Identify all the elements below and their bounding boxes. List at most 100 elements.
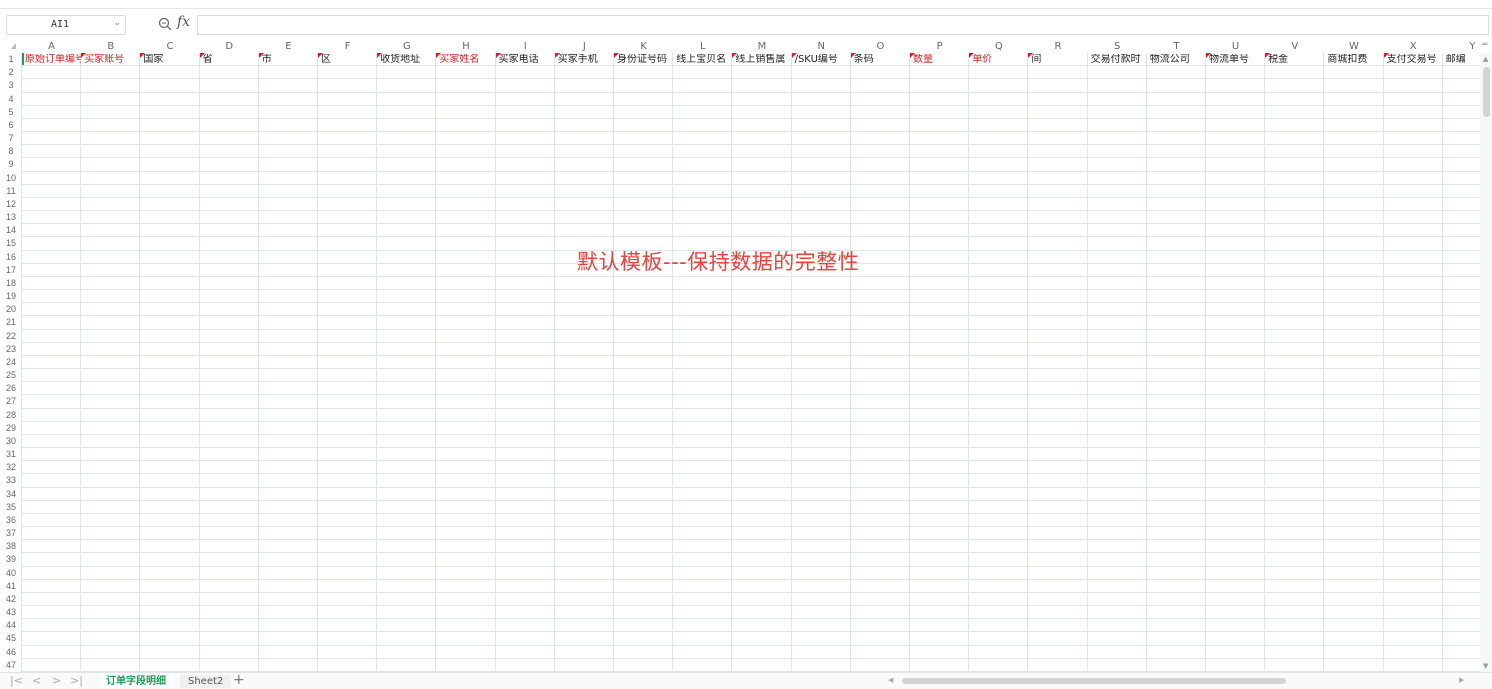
comment-marker-icon[interactable] [199, 53, 205, 58]
row-header[interactable]: 29 [0, 422, 22, 435]
column-header-n[interactable]: N [792, 40, 851, 53]
cell-grid[interactable]: 1 2 3 4 5 6 7 8 9 10 11 12 13 14 15 16 17 18 19 20 21 22 23 24 2… [0, 53, 1480, 672]
column-header-q[interactable]: Q [969, 40, 1028, 53]
comment-marker-icon[interactable] [377, 53, 383, 58]
scroll-left-icon[interactable]: ◀ [888, 676, 893, 684]
name-box[interactable]: AI1 ⌄ [6, 15, 126, 35]
row-header[interactable]: 42 [0, 593, 22, 606]
row-header[interactable]: 15 [0, 237, 22, 250]
column-header-l[interactable]: L [673, 40, 732, 53]
column-header-h[interactable]: H [436, 40, 495, 53]
column-header-w[interactable]: W [1324, 40, 1383, 53]
header-cell[interactable]: 间 [1029, 54, 1087, 66]
comment-marker-icon[interactable] [81, 53, 87, 58]
row-header[interactable]: 5 [0, 106, 22, 119]
header-cell[interactable]: 税金 [1266, 54, 1324, 66]
horizontal-scroll-thumb[interactable] [902, 678, 1286, 684]
chevron-down-icon[interactable]: ⌄ [113, 18, 121, 28]
add-sheet-icon[interactable]: + [233, 672, 245, 688]
row-header[interactable]: 21 [0, 316, 22, 329]
sheet-tab-sheet2[interactable]: Sheet2 [180, 675, 232, 688]
column-header-i[interactable]: I [496, 40, 555, 53]
row-header[interactable]: 41 [0, 580, 22, 593]
row-header[interactable]: 19 [0, 290, 22, 303]
row-header[interactable]: 46 [0, 646, 22, 659]
comment-marker-icon[interactable] [910, 53, 915, 58]
header-cell[interactable]: 线上销售属 [733, 54, 791, 66]
row-header[interactable]: 24 [0, 356, 22, 369]
row-header[interactable]: 31 [0, 448, 22, 461]
comment-marker-icon[interactable] [495, 53, 501, 58]
row-header[interactable]: 20 [0, 303, 22, 316]
comment-marker-icon[interactable] [258, 53, 264, 58]
header-cell[interactable]: 买家姓名 [437, 54, 495, 66]
row-header[interactable]: 34 [0, 488, 22, 501]
next-sheet-icon[interactable]: > [52, 674, 61, 687]
scroll-down-icon[interactable]: ▼ [1483, 662, 1488, 670]
row-header[interactable]: 38 [0, 540, 22, 553]
row-header[interactable]: 27 [0, 395, 22, 408]
header-cell[interactable]: 交易付款时 [1089, 54, 1147, 66]
sheet-tab-orders[interactable]: 订单字段明细 [98, 675, 174, 688]
comment-marker-icon[interactable] [1028, 53, 1034, 58]
select-all-corner[interactable] [0, 40, 22, 53]
row-header[interactable]: 44 [0, 619, 22, 632]
row-header[interactable]: 6 [0, 119, 22, 132]
row-header[interactable]: 8 [0, 145, 22, 158]
comment-marker-icon[interactable] [850, 53, 856, 58]
column-header-s[interactable]: S [1088, 40, 1147, 53]
scroll-up-icon[interactable]: ▲ [1483, 55, 1488, 63]
header-cell[interactable]: 身份证号码 [615, 54, 673, 66]
column-header-m[interactable]: M [732, 40, 791, 53]
last-sheet-icon[interactable]: >| [70, 674, 83, 687]
column-header-k[interactable]: K [614, 40, 673, 53]
row-header[interactable]: 36 [0, 514, 22, 527]
header-cell[interactable]: 市 [260, 54, 318, 66]
vertical-scroll-thumb[interactable] [1483, 67, 1490, 117]
column-header-r[interactable]: R [1028, 40, 1087, 53]
comment-marker-icon[interactable] [1265, 53, 1271, 58]
split-icon[interactable]: ═ [1482, 40, 1487, 50]
row-header[interactable]: 32 [0, 461, 22, 474]
comment-marker-icon[interactable] [436, 53, 442, 58]
row-header[interactable]: 33 [0, 474, 22, 487]
header-cell[interactable]: 买家账号 [82, 54, 140, 66]
column-header-a[interactable]: A [22, 40, 81, 53]
comment-marker-icon[interactable] [1206, 53, 1211, 58]
column-header-p[interactable]: P [910, 40, 969, 53]
header-cell[interactable]: 商城扣费 [1325, 54, 1383, 66]
header-cell[interactable]: 线上宝贝名 [674, 54, 732, 66]
row-header[interactable]: 47 [0, 659, 22, 672]
row-header[interactable]: 40 [0, 567, 22, 580]
column-header-j[interactable]: J [555, 40, 614, 53]
row-header[interactable]: 35 [0, 501, 22, 514]
vertical-scrollbar[interactable]: ▲ ▼ [1480, 53, 1492, 672]
row-header[interactable]: 23 [0, 343, 22, 356]
row-header[interactable]: 22 [0, 330, 22, 343]
row-header[interactable]: 28 [0, 409, 22, 422]
column-header-b[interactable]: B [81, 40, 140, 53]
row-header[interactable]: 37 [0, 527, 22, 540]
header-cell[interactable]: 邮编 [1444, 54, 1480, 66]
fx-icon[interactable]: fx [177, 14, 190, 30]
comment-marker-icon[interactable] [1383, 53, 1389, 58]
column-header-c[interactable]: C [140, 40, 199, 53]
comment-marker-icon[interactable] [614, 53, 619, 58]
row-header[interactable]: 11 [0, 185, 22, 198]
formula-input[interactable] [197, 15, 1489, 35]
row-header[interactable]: 26 [0, 382, 22, 395]
header-cell[interactable]: 单价 [970, 54, 1028, 66]
row-header[interactable]: 2 [0, 66, 22, 79]
horizontal-scrollbar[interactable]: ◀ ▶ [876, 676, 1476, 686]
scroll-right-icon[interactable]: ▶ [1459, 676, 1464, 684]
header-cell[interactable]: 支付交易号 [1385, 54, 1443, 66]
comment-marker-icon[interactable] [318, 53, 323, 58]
column-header-e[interactable]: E [259, 40, 318, 53]
column-header-u[interactable]: U [1206, 40, 1265, 53]
header-cell[interactable]: 物流公司 [1148, 54, 1206, 66]
row-header[interactable]: 43 [0, 606, 22, 619]
column-header-g[interactable]: G [377, 40, 436, 53]
header-cell[interactable]: 物流单号 [1207, 54, 1265, 66]
header-cell[interactable]: 买家电话 [497, 54, 555, 66]
header-cell[interactable]: 数量 [911, 54, 969, 66]
